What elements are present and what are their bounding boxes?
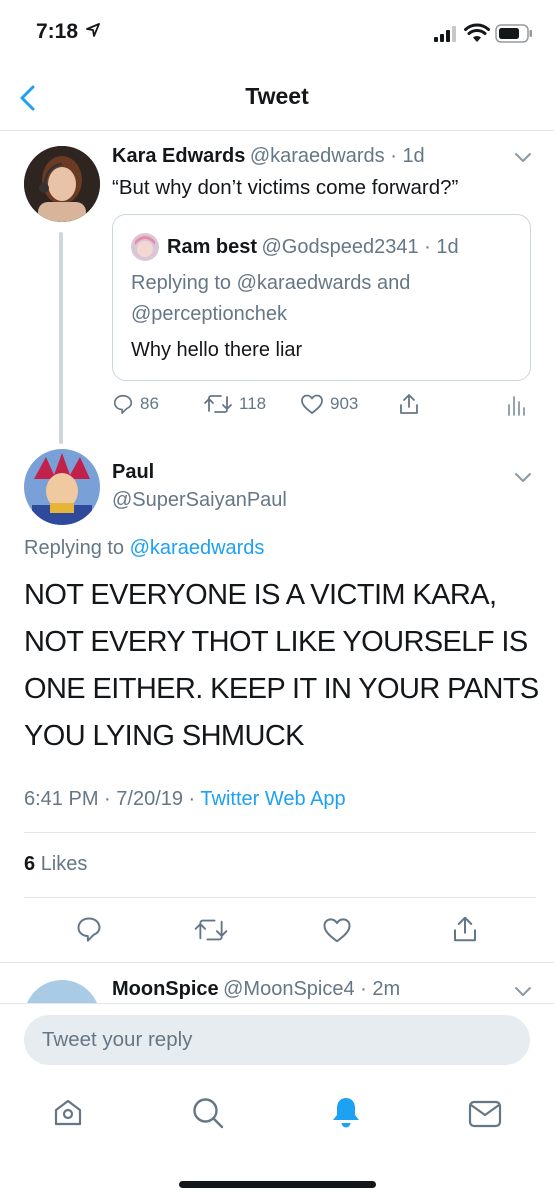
replying-to-link[interactable]: @karaedwards [130, 537, 265, 559]
avatar-ram [131, 233, 159, 261]
like-count: 903 [330, 394, 359, 413]
retweet-button[interactable] [193, 917, 229, 948]
home-indicator [179, 1181, 376, 1188]
like-icon [301, 394, 323, 414]
retweet-count: 118 [239, 394, 267, 413]
like-action[interactable]: 903 [300, 393, 358, 415]
avatar-moonspice[interactable] [24, 980, 100, 1003]
quoted-author-handle: @Godspeed2341 [261, 236, 419, 258]
share-action[interactable] [397, 392, 421, 421]
tab-notifications[interactable] [330, 1096, 362, 1135]
parent-tweet-text: “But why don’t victims come forward?” [112, 176, 459, 199]
quoted-replying-to-line2: @perceptionchek [131, 303, 287, 325]
quoted-tweet-age: 1d [436, 236, 459, 258]
tweet-meta: 6:41 PM · 7/20/19 · Twitter Web App [24, 788, 346, 810]
likes-count: 6 [24, 853, 36, 875]
like-icon [323, 918, 351, 943]
tweet-menu-chevron[interactable] [513, 470, 533, 489]
next-reply-clip: MoonSpice @MoonSpice4 · 2m [0, 963, 554, 1003]
avatar-kara[interactable] [24, 146, 100, 222]
chevron-down-icon [515, 987, 531, 996]
author-handle[interactable]: @SuperSaiyanPaul [112, 489, 287, 512]
composer-divider [0, 1003, 554, 1004]
quoted-replying-to-line1: Replying to @karaedwards and [131, 272, 411, 294]
reply-icon [77, 917, 101, 942]
meta-divider [24, 832, 536, 833]
analytics-action[interactable] [506, 393, 526, 422]
cellular-signal-icon [434, 26, 458, 47]
retweet-action[interactable]: 118 [203, 393, 266, 415]
next-reply-header: MoonSpice @MoonSpice4 · 2m [112, 978, 401, 1000]
reply-icon [113, 394, 133, 414]
messages-icon [468, 1100, 502, 1128]
reply-action[interactable]: 86 [112, 393, 159, 415]
likes-summary[interactable]: 6 Likes [24, 853, 87, 876]
chevron-down-icon [515, 153, 531, 162]
tweet-menu-chevron[interactable] [513, 984, 533, 1003]
likes-divider [24, 897, 536, 898]
quoted-tweet-text: Why hello there liar [131, 339, 303, 361]
likes-label: Likes [40, 853, 88, 875]
replying-to: Replying to @karaedwards [24, 537, 265, 559]
quoted-author-name: Ram best [167, 236, 258, 258]
parent-tweet-header: Kara Edwards @karaedwards · 1d [112, 145, 425, 167]
avatar-paul[interactable] [24, 449, 100, 525]
retweet-icon [194, 919, 228, 941]
share-icon [454, 916, 476, 942]
next-reply-handle[interactable]: @MoonSpice4 [223, 978, 354, 1000]
share-icon [400, 394, 418, 414]
reply-count: 86 [140, 394, 159, 413]
next-reply-age: 2m [372, 978, 401, 1000]
reply-input-placeholder: Tweet your reply [42, 1028, 193, 1051]
quoted-tweet-header: Ram best @Godspeed2341 · 1d [167, 236, 459, 258]
status-time: 7:18 [36, 20, 100, 44]
wifi-icon [464, 23, 490, 48]
notifications-icon [333, 1098, 359, 1128]
author-name[interactable]: Paul [112, 461, 154, 484]
author-handle[interactable]: @karaedwards [250, 145, 385, 167]
tab-home[interactable] [52, 1097, 84, 1134]
tweet-age: 1d [402, 145, 425, 167]
like-button[interactable] [322, 916, 352, 949]
reply-button[interactable] [75, 915, 103, 948]
tweet-menu-chevron[interactable] [513, 150, 533, 169]
author-name[interactable]: Kara Edwards [112, 145, 245, 167]
share-button[interactable] [450, 914, 480, 949]
home-icon [54, 1099, 82, 1126]
thread-line [59, 232, 63, 444]
page-title: Tweet [245, 83, 309, 109]
analytics-icon [508, 396, 525, 416]
tab-messages[interactable] [468, 1100, 502, 1133]
nav-divider [0, 130, 554, 131]
battery-icon [495, 24, 533, 48]
tweet-source-link[interactable]: Twitter Web App [200, 788, 345, 810]
main-tweet-text: NOT EVERYONE IS A VICTIM KARA, NOT EVERY… [24, 579, 539, 752]
tweet-date: 7/20/19 [116, 788, 183, 810]
search-icon [193, 1098, 224, 1129]
tab-search[interactable] [191, 1096, 225, 1135]
tweet-time: 6:41 PM [24, 788, 99, 810]
reply-input[interactable]: Tweet your reply [24, 1015, 530, 1065]
location-arrow-icon [85, 23, 100, 37]
chevron-down-icon [515, 473, 531, 482]
next-reply-name[interactable]: MoonSpice [112, 978, 219, 1000]
retweet-icon [204, 395, 232, 413]
